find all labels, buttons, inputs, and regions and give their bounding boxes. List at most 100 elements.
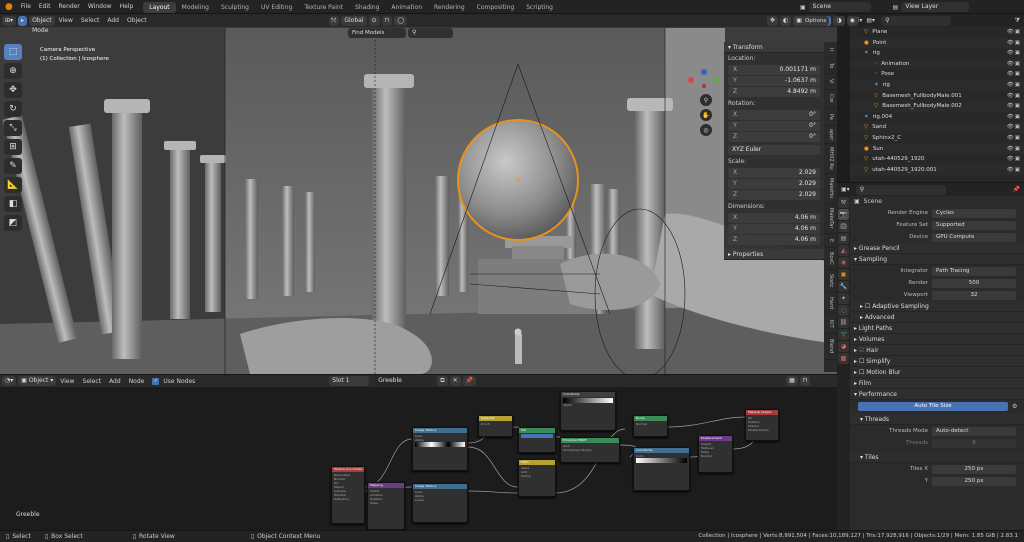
advanced-panel[interactable]: ▸ Advanced xyxy=(850,312,1024,323)
tab-rendering[interactable]: Rendering xyxy=(428,2,471,13)
rotation-mode-dropdown[interactable]: XYZ Euler xyxy=(728,145,820,155)
color-ramp-node-3[interactable]: ColorRamp Color xyxy=(633,447,690,491)
sidebar-tab-hardops[interactable]: Hard xyxy=(824,292,837,314)
visibility-eye-icon[interactable]: 👁▣ xyxy=(1007,112,1024,123)
view-layer-field[interactable]: View Layer xyxy=(901,2,970,12)
tab-layout[interactable]: Layout xyxy=(143,1,176,13)
data-props-icon[interactable]: ▽ xyxy=(838,329,849,340)
material-duplicate-icon[interactable]: ⧉ xyxy=(437,376,448,386)
editor-type-node-icon[interactable]: ◔▾ xyxy=(2,376,17,386)
texture-coordinate-node[interactable]: Texture Coordinate Generated Normal UV Objec… xyxy=(331,466,365,524)
select-box-tool-icon[interactable]: ⬚ xyxy=(4,44,22,60)
overlay-toggle-icon[interactable]: ◐ xyxy=(779,15,792,26)
node-editor-canvas[interactable]: Texture Coordinate Generated Normal UV Objec… xyxy=(0,387,837,530)
menu-edit[interactable]: Edit xyxy=(35,0,55,14)
simplify-panel[interactable]: ▸ ☐ Simplify xyxy=(850,356,1024,367)
hair-checkbox[interactable]: ☑ xyxy=(859,347,864,354)
outliner-item[interactable]: ▽ Plane 👁▣ xyxy=(850,27,1024,38)
outliner-item[interactable]: ▽ Sand 👁▣ xyxy=(850,122,1024,133)
outliner-item[interactable]: ✶ rig 👁▣ xyxy=(850,48,1024,59)
shading-rendered-icon[interactable]: ◉ xyxy=(846,15,858,26)
sidebar-tab-aper[interactable]: aper xyxy=(824,126,837,144)
mix-node[interactable]: Mix xyxy=(518,427,556,453)
grease-pencil-panel[interactable]: ▸ Grease Pencil xyxy=(850,243,1024,254)
node-menu-add[interactable]: Add xyxy=(105,375,125,388)
properties-header[interactable]: ▸ Properties xyxy=(724,249,824,260)
select-mode-icon[interactable]: ▸ xyxy=(18,15,28,26)
viewport-samples-field[interactable]: 32 xyxy=(932,290,1016,300)
sidebar-tab-boxcutter[interactable]: BoxC xyxy=(824,248,837,270)
rotation-x-field[interactable]: X 0° xyxy=(728,110,820,120)
scene-field[interactable]: Scene xyxy=(808,2,871,12)
properties-pin-icon[interactable]: 📌 xyxy=(1013,186,1024,193)
auto-tile-settings-icon[interactable]: ⚙ xyxy=(1012,403,1017,410)
editor-type-3d-icon[interactable]: ⊞▾ xyxy=(2,15,17,26)
scale-y-field[interactable]: Y 2.029 xyxy=(728,179,820,189)
adaptive-sampling-panel[interactable]: ▸ ☐ Adaptive Sampling xyxy=(850,301,1024,312)
tab-texture-paint[interactable]: Texture Paint xyxy=(298,2,349,13)
light-paths-panel[interactable]: ▸ Light Paths xyxy=(850,323,1024,334)
material-output-node[interactable]: Material Output All Surface Volume Displacem… xyxy=(745,409,779,441)
outliner-display-icon[interactable]: ▤▾ xyxy=(866,17,875,24)
find-models-button[interactable]: Find Models xyxy=(348,28,406,38)
shader-type-dropdown[interactable]: ▣ Object ▾ xyxy=(18,376,57,386)
visibility-eye-icon[interactable]: 👁▣ xyxy=(1007,91,1024,102)
zoom-icon[interactable]: ⚲ xyxy=(700,94,712,106)
transform-tool-icon[interactable]: ⊞ xyxy=(4,139,22,155)
outliner-item[interactable]: ▽ Sphinx2_C 👁▣ xyxy=(850,133,1024,144)
motion-blur-panel[interactable]: ▸ ☐ Motion Blur xyxy=(850,367,1024,378)
outliner-item[interactable]: ✶ rig 👁▣ xyxy=(850,79,1024,91)
sidebar-tab-blend[interactable]: Blend xyxy=(824,334,837,360)
tiles-y-field[interactable]: 250 px xyxy=(932,476,1016,486)
sidebar-tab-pa[interactable]: Pa xyxy=(824,108,837,126)
tab-sculpting[interactable]: Sculpting xyxy=(215,2,255,13)
object-props-icon[interactable]: ▣ xyxy=(838,269,849,280)
tab-uv-editing[interactable]: UV Editing xyxy=(255,2,298,13)
tab-compositing[interactable]: Compositing xyxy=(471,2,521,13)
scale-x-field[interactable]: X 2.029 xyxy=(728,168,820,178)
transform-header[interactable]: ▾ Transform xyxy=(724,42,824,53)
visibility-eye-icon[interactable]: 👁▣ xyxy=(1007,59,1024,70)
constraints-props-icon[interactable]: ⛓ xyxy=(838,317,849,328)
bump-node[interactable]: Bump Normal xyxy=(633,415,668,437)
render-samples-field[interactable]: 500 xyxy=(932,278,1016,288)
node-menu-select[interactable]: Select xyxy=(79,375,106,388)
dimensions-y-field[interactable]: Y 4.06 m xyxy=(728,224,820,234)
outliner-item[interactable]: ✶ rig.004 👁▣ xyxy=(850,112,1024,123)
pivot-icon[interactable]: ⊙ xyxy=(368,15,380,26)
normal-map-node[interactable]: Displacement Height Midlevel Scale Normal xyxy=(698,435,733,473)
hair-panel[interactable]: ▸ ☑ Hair xyxy=(850,345,1024,356)
find-models-input[interactable]: ⚲ xyxy=(408,28,453,38)
outliner-item[interactable]: ▽ Basemesh_FullbodyMale.002 👁▣ xyxy=(850,101,1024,112)
texture-props-icon[interactable]: ▩ xyxy=(838,353,849,364)
location-x-field[interactable]: X 0.001171 m xyxy=(728,65,820,75)
render-props-icon[interactable]: 📷 xyxy=(838,209,849,220)
sidebar-tab-e[interactable]: E xyxy=(824,234,837,248)
integrator-dropdown[interactable]: Path Tracing xyxy=(932,266,1016,276)
transform-orientation-icon[interactable]: ⤲ xyxy=(328,15,340,26)
tiles-x-field[interactable]: 250 px xyxy=(932,464,1016,474)
rotation-z-field[interactable]: Z 0° xyxy=(728,132,820,142)
tab-scripting[interactable]: Scripting xyxy=(520,2,559,13)
outliner-item[interactable]: ▽ utah-440529_1920.001 👁▣ xyxy=(850,164,1024,176)
film-panel[interactable]: ▸ Film xyxy=(850,378,1024,389)
tiles-panel[interactable]: ▾ Tiles xyxy=(850,452,1024,463)
shading-material-icon[interactable]: ◑ xyxy=(833,15,845,26)
material-props-icon[interactable]: ◕ xyxy=(838,341,849,352)
sidebar-tab-view[interactable]: Vi xyxy=(824,74,837,90)
image-texture-node[interactable]: Image Texture Color Alpha xyxy=(412,427,468,471)
visibility-eye-icon[interactable]: 👁▣ xyxy=(1007,144,1024,155)
snap-icon[interactable]: ⊓ xyxy=(381,15,393,26)
auto-tile-size-button[interactable]: Auto Tile Size xyxy=(858,401,1008,411)
visibility-eye-icon[interactable]: 👁▣ xyxy=(1007,80,1024,91)
particles-props-icon[interactable]: ✦ xyxy=(838,293,849,304)
node-menu-view[interactable]: View xyxy=(56,375,78,388)
scene-icon[interactable]: ▣ xyxy=(800,4,809,11)
tab-modeling[interactable]: Modeling xyxy=(176,2,215,13)
visibility-eye-icon[interactable]: 👁▣ xyxy=(1007,48,1024,59)
outliner-item[interactable]: ▽ utah-440529_1920 👁▣ xyxy=(850,154,1024,165)
sidebar-tab-tool[interactable]: To xyxy=(824,58,837,74)
slot-dropdown[interactable]: Slot 1 xyxy=(329,376,370,386)
viewport-menu-select[interactable]: Select xyxy=(77,14,104,27)
dimensions-x-field[interactable]: X 4.06 m xyxy=(728,213,820,223)
